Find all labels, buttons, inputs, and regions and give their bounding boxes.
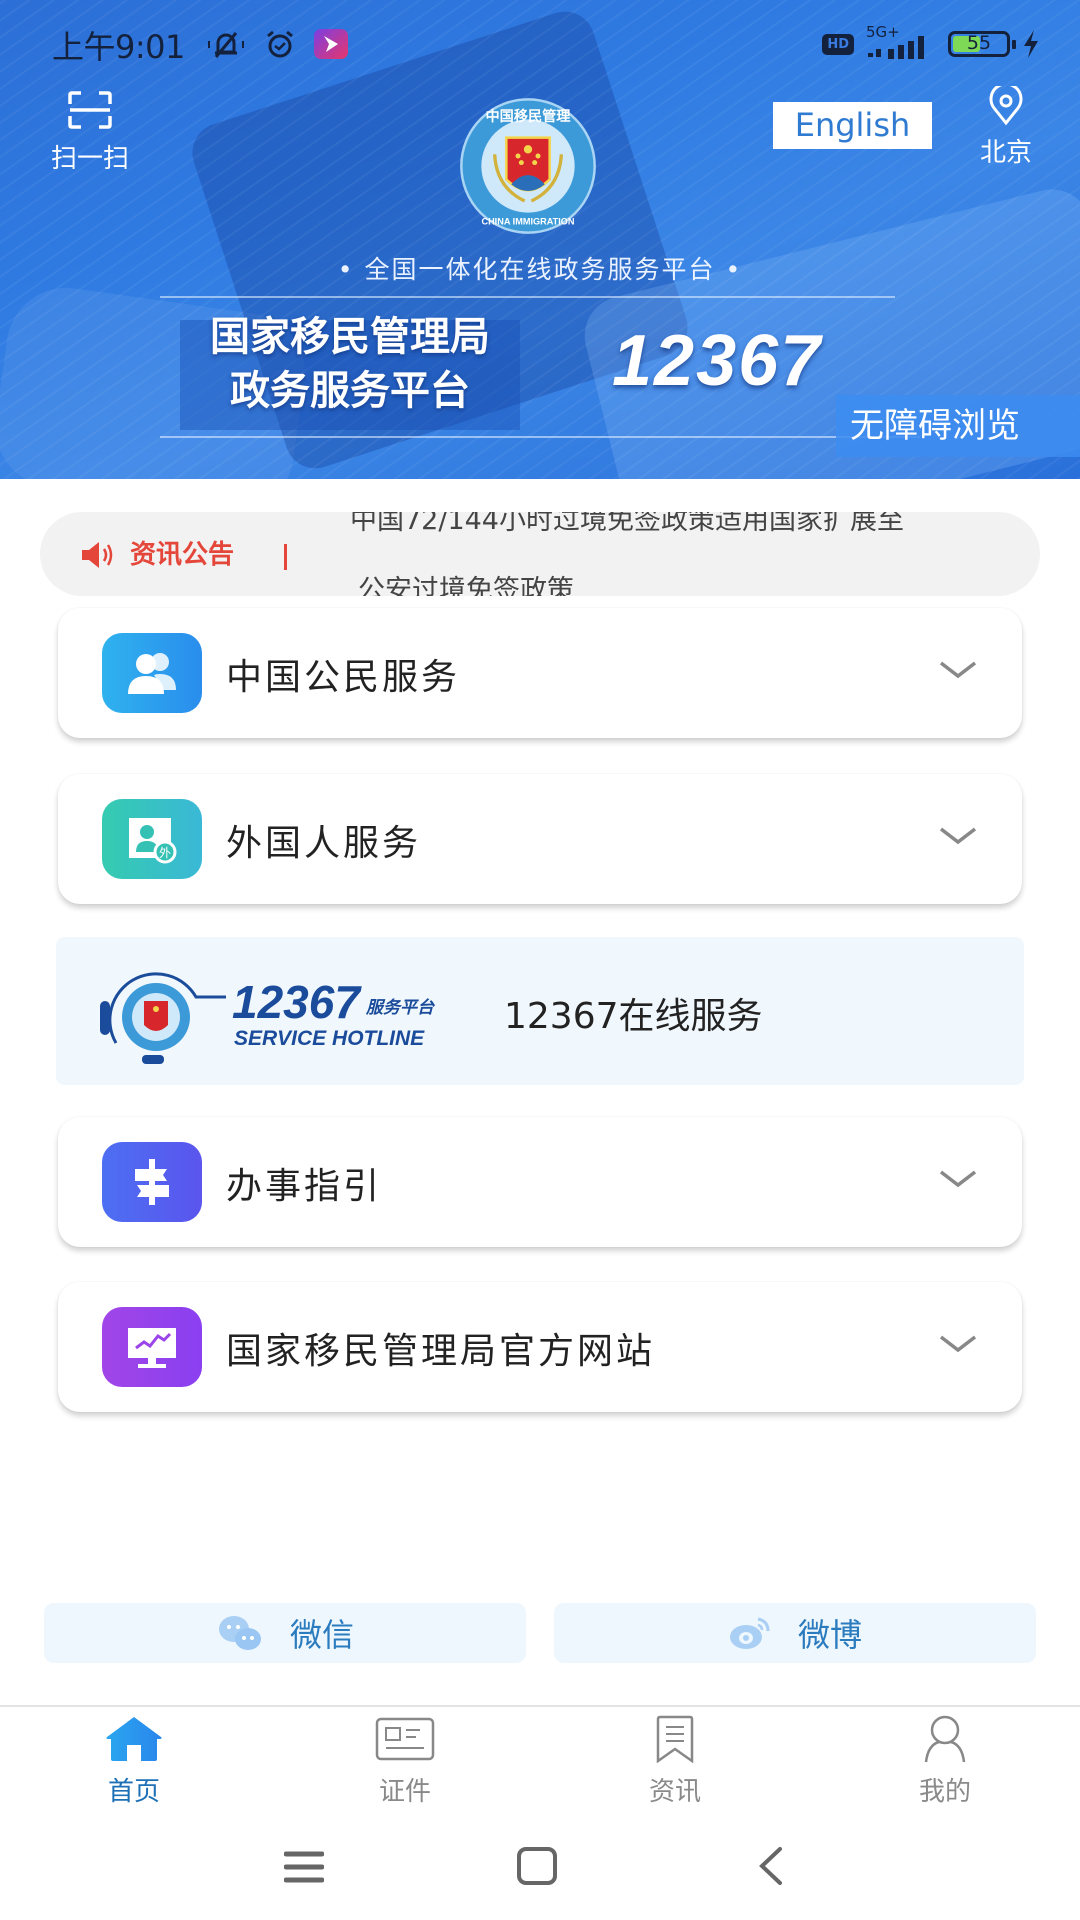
tab-label: 首页	[107, 1777, 160, 1807]
charging-icon	[1024, 30, 1038, 58]
menu-icon[interactable]	[284, 1850, 324, 1884]
hotline-card-number: 12367	[232, 976, 360, 1028]
emblem-top-text: 中国移民管理	[486, 108, 571, 125]
tab-documents[interactable]: 证件	[345, 1715, 465, 1808]
divider	[160, 436, 920, 438]
emblem-bottom-text: CHINA IMMIGRATION	[481, 216, 574, 226]
chevron-down-icon[interactable]	[938, 658, 978, 682]
hotline-card-label: 12367在线服务	[504, 996, 763, 1037]
wechat-label: 微信	[289, 1616, 354, 1654]
battery-icon: 55	[948, 31, 1016, 57]
news-ticker[interactable]: 资讯公告 中国72/144小时过境免签政策适用国家扩展至 公安过境免签政策	[40, 512, 1040, 596]
accessibility-browse-button[interactable]: 无障碍浏览	[836, 395, 1080, 457]
platform-title-line1: 国家移民管理局	[210, 314, 490, 360]
scan-label: 扫一扫	[50, 144, 129, 174]
news-label: 资讯公告	[130, 540, 235, 570]
platform-title: 国家移民管理局 政务服务平台	[170, 310, 530, 418]
status-time: 上午9:01	[52, 28, 185, 66]
alarm-icon	[267, 30, 293, 58]
news-item[interactable]: 中国72/144小时过境免签政策适用国家扩展至	[350, 512, 904, 537]
user-icon	[924, 1715, 966, 1763]
news-icon	[656, 1715, 694, 1764]
header-banner: 上午9:01 HD 5G+ 55 扫一扫 中国移民管理 CHINA IMMIGR…	[0, 0, 1080, 479]
hd-icon: HD	[822, 33, 854, 55]
wechat-icon	[218, 1616, 261, 1650]
service-label: 办事指引	[226, 1166, 383, 1207]
signal-icon: 5G+	[866, 23, 936, 61]
news-divider	[284, 544, 287, 570]
hotline-emblem-logo	[100, 972, 226, 1064]
tab-profile[interactable]: 我的	[885, 1715, 1005, 1808]
immigration-emblem-logo: 中国移民管理 CHINA IMMIGRATION	[460, 98, 596, 234]
speaker-icon	[82, 542, 113, 568]
svg-text:外: 外	[159, 846, 171, 860]
news-item[interactable]: 公安过境免签政策	[358, 568, 574, 596]
hotline-card-english: SERVICE HOTLINE	[234, 1027, 425, 1050]
status-icons-left	[206, 24, 348, 64]
tab-label: 证件	[378, 1777, 431, 1807]
platform-title-line2: 政务服务平台	[230, 368, 470, 414]
bell-muted-icon	[208, 32, 244, 58]
battery-level: 55	[966, 32, 992, 54]
service-label: 国家移民管理局官方网站	[226, 1331, 656, 1372]
signpost-icon	[102, 1142, 202, 1222]
foreigner-icon: 外	[102, 799, 202, 879]
bottom-tab-bar: 首页 证件 资讯 我的	[0, 1705, 1080, 1815]
service-label: 外国人服务	[226, 823, 422, 864]
chevron-down-icon[interactable]	[938, 1332, 978, 1356]
weibo-label: 微博	[797, 1616, 862, 1654]
monitor-chart-icon	[102, 1307, 202, 1387]
location-label: 北京	[979, 138, 1032, 168]
tab-label: 我的	[918, 1777, 971, 1807]
hotline-number: 12367	[612, 321, 823, 401]
weibo-icon	[729, 1617, 770, 1649]
location-button[interactable]: 北京	[966, 82, 1046, 169]
wechat-button[interactable]: 微信	[44, 1603, 526, 1663]
service-card-foreigners[interactable]: 外 外国人服务	[58, 774, 1022, 904]
english-language-button[interactable]: English	[773, 102, 932, 149]
scan-icon	[68, 91, 112, 129]
id-card-icon	[375, 1717, 435, 1761]
platform-subtitle: • 全国一体化在线政务服务平台 •	[337, 255, 743, 284]
chevron-down-icon[interactable]	[938, 1167, 978, 1191]
back-icon[interactable]	[756, 1846, 786, 1886]
tab-news[interactable]: 资讯	[615, 1715, 735, 1808]
hotline-card-subtitle: 服务平台	[366, 998, 434, 1018]
scan-button[interactable]: 扫一扫	[38, 90, 142, 175]
status-icons-right: HD 5G+ 55	[822, 23, 1040, 64]
hotline-online-service-card[interactable]: 12367 服务平台 SERVICE HOTLINE 12367在线服务	[56, 937, 1024, 1085]
weibo-button[interactable]: 微博	[554, 1603, 1036, 1663]
system-navigation-bar	[0, 1820, 1080, 1920]
service-card-official-website[interactable]: 国家移民管理局官方网站	[58, 1282, 1022, 1412]
divider	[160, 296, 895, 298]
citizens-icon	[102, 633, 202, 713]
tab-home[interactable]: 首页	[74, 1715, 194, 1808]
app-notification-icon	[314, 29, 348, 59]
service-card-guide[interactable]: 办事指引	[58, 1117, 1022, 1247]
home-icon	[106, 1717, 162, 1761]
home-nav-icon[interactable]	[516, 1846, 558, 1886]
chevron-down-icon[interactable]	[938, 824, 978, 848]
service-card-citizens[interactable]: 中国公民服务	[58, 608, 1022, 738]
location-pin-icon	[989, 82, 1023, 126]
ticker-mask	[40, 485, 1040, 511]
service-label: 中国公民服务	[226, 657, 461, 698]
tab-label: 资讯	[648, 1777, 701, 1807]
